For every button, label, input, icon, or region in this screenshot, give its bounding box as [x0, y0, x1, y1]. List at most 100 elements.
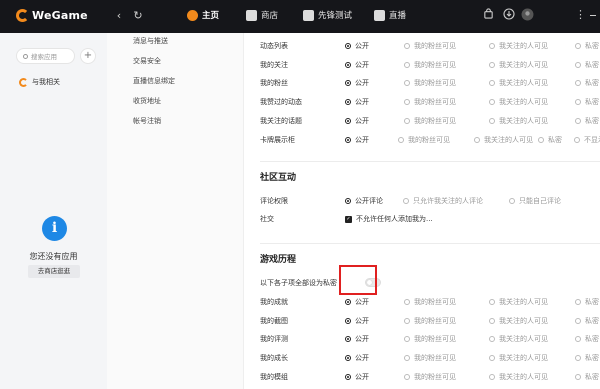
refresh-icon[interactable]: ↻	[130, 8, 146, 24]
comment-option-followed-only[interactable]: 只允许我关注的人评论	[403, 196, 483, 206]
privacy-option[interactable]: 我关注的人可见	[489, 297, 548, 307]
wegame-logo[interactable]: WeGame	[16, 9, 88, 22]
privacy-option[interactable]: 我的粉丝可见	[404, 316, 456, 326]
privacy-option[interactable]: 公开	[345, 316, 369, 326]
privacy-option[interactable]: 私密	[575, 316, 599, 326]
option-label: 私密	[585, 42, 599, 50]
radio-icon	[345, 355, 351, 362]
privacy-option[interactable]: 公开	[345, 334, 369, 344]
privacy-option[interactable]: 公开	[345, 41, 369, 51]
privacy-option[interactable]: 我关注的人可见	[489, 334, 548, 344]
privacy-option[interactable]: 公开	[345, 353, 369, 363]
privacy-option[interactable]: 我关注的人可见	[489, 372, 548, 382]
privacy-option[interactable]: 公开	[345, 60, 369, 70]
privacy-option[interactable]: 公开	[345, 78, 369, 88]
menu-item-account-cancel[interactable]: 帐号注销	[133, 116, 161, 126]
privacy-option[interactable]: 私密	[575, 41, 599, 51]
privacy-option[interactable]: 私密	[575, 60, 599, 70]
privacy-option[interactable]: 私密	[575, 297, 599, 307]
history-row: 我的模组 公开 我的粉丝可见 我关注的人可见 私密	[260, 370, 600, 384]
option-label: 私密	[585, 60, 599, 69]
privacy-option[interactable]: 公开	[345, 297, 369, 307]
privacy-option[interactable]: 我的粉丝可见	[398, 135, 450, 145]
minimize-icon[interactable]	[590, 15, 596, 16]
back-icon[interactable]: ‹	[111, 8, 127, 24]
option-label: 我关注的人可见	[499, 298, 548, 306]
menu-item-shipping-address[interactable]: 收货地址	[133, 96, 161, 106]
nav-store[interactable]: 商店	[246, 9, 278, 21]
privacy-option[interactable]: 我的粉丝可见	[404, 60, 456, 70]
privacy-option[interactable]: 私密	[575, 97, 599, 107]
option-label: 私密	[548, 135, 562, 144]
social-checkbox[interactable]: ✓ 不允许任何人添加我为...	[345, 214, 433, 224]
option-label: 我关注的人可见	[499, 354, 548, 363]
option-label: 我的粉丝可见	[414, 298, 456, 306]
radio-icon	[489, 61, 495, 68]
comment-option-public[interactable]: 公开评论	[345, 196, 383, 206]
radio-icon	[404, 355, 410, 362]
privacy-option[interactable]: 我的粉丝可见	[404, 372, 456, 382]
add-app-button[interactable]: +	[80, 48, 96, 64]
history-label: 我的评测	[260, 335, 288, 344]
privacy-option[interactable]: 我的粉丝可见	[404, 353, 456, 363]
community-section-title: 社区互动	[260, 173, 297, 183]
option-label: 公开	[355, 298, 369, 306]
privacy-option[interactable]: 我关注的人可见	[489, 78, 548, 88]
option-label: 私密	[585, 335, 599, 344]
logo-text: WeGame	[32, 9, 88, 22]
option-label: 我关注的人可见	[499, 79, 548, 88]
option-label: 只能自己评论	[519, 197, 561, 205]
privacy-option[interactable]: 私密	[575, 372, 599, 382]
radio-icon	[538, 136, 544, 143]
privacy-option[interactable]: 公开	[345, 372, 369, 382]
privacy-option[interactable]: 我的粉丝可见	[404, 97, 456, 107]
search-input[interactable]: 搜索应用	[16, 48, 75, 64]
privacy-option[interactable]: 私密	[538, 135, 562, 145]
go-to-store-button[interactable]: 去商店逛逛	[28, 265, 80, 278]
privacy-option[interactable]: 我的粉丝可见	[404, 116, 456, 126]
privacy-option[interactable]: 我的粉丝可见	[404, 297, 456, 307]
option-label: 公开	[355, 60, 369, 69]
privacy-option[interactable]: 我的粉丝可见	[404, 41, 456, 51]
menu-item-trade-security[interactable]: 交易安全	[133, 56, 161, 66]
privacy-option[interactable]: 我关注的人可见	[489, 353, 548, 363]
option-label: 我的粉丝可见	[414, 354, 456, 363]
privacy-option[interactable]: 我关注的人可见	[489, 60, 548, 70]
menu-icon[interactable]: ⋮	[575, 8, 586, 21]
radio-icon	[403, 198, 409, 204]
comment-option-self-only[interactable]: 只能自己评论	[509, 196, 561, 206]
settings-menu: 消息与推送 交易安全 直播信息绑定 收货地址 帐号注销	[107, 33, 244, 389]
privacy-option[interactable]: 私密	[575, 78, 599, 88]
menu-item-live-binding[interactable]: 直播信息绑定	[133, 76, 175, 86]
privacy-option[interactable]: 我关注的人可见	[489, 316, 548, 326]
radio-icon	[574, 136, 580, 143]
pioneer-test-icon	[303, 9, 314, 21]
privacy-option[interactable]: 私密	[575, 116, 599, 126]
nav-live[interactable]: 直播	[374, 9, 406, 21]
privacy-option[interactable]: 公开	[345, 135, 369, 145]
privacy-option[interactable]: 公开	[345, 97, 369, 107]
option-label: 公开	[355, 42, 369, 50]
nav-home[interactable]: 主页	[187, 9, 219, 21]
nav-pioneer-test[interactable]: 先锋测试	[303, 9, 352, 21]
privacy-option[interactable]: 公开	[345, 116, 369, 126]
radio-icon	[404, 99, 410, 106]
privacy-option[interactable]: 不显示	[574, 135, 600, 145]
comment-permission-row: 评论权限 公开评论 只允许我关注的人评论 只能自己评论	[260, 194, 600, 208]
avatar-icon[interactable]	[519, 8, 535, 24]
option-label: 我的粉丝可见	[414, 116, 456, 125]
option-label: 公开	[355, 335, 369, 344]
privacy-option[interactable]: 私密	[575, 353, 599, 363]
privacy-option[interactable]: 我的粉丝可见	[404, 78, 456, 88]
sidebar-item-related[interactable]: 与我相关	[19, 77, 60, 87]
privacy-option[interactable]: 我关注的人可见	[474, 135, 533, 145]
bag-icon[interactable]	[480, 8, 496, 24]
privacy-option[interactable]: 我关注的人可见	[489, 116, 548, 126]
privacy-option[interactable]: 我关注的人可见	[489, 41, 548, 51]
privacy-option[interactable]: 私密	[575, 334, 599, 344]
menu-item-notifications[interactable]: 消息与推送	[133, 36, 168, 46]
privacy-option[interactable]: 我关注的人可见	[489, 97, 548, 107]
radio-icon	[575, 336, 581, 343]
download-icon[interactable]	[501, 8, 517, 24]
privacy-option[interactable]: 我的粉丝可见	[404, 334, 456, 344]
